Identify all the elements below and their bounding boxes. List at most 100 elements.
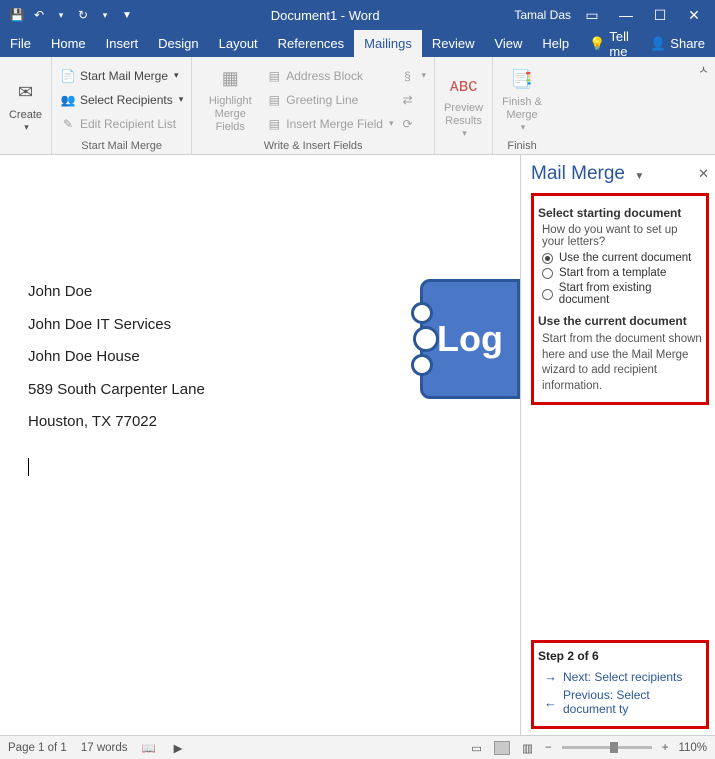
radio-icon [542, 268, 553, 279]
share-button[interactable]: 👤Share [640, 30, 715, 57]
spell-check-icon[interactable]: 📖 [142, 740, 157, 755]
tab-help[interactable]: Help [532, 30, 579, 57]
mail-merge-task-pane: Mail Merge ▼ ✕ Select starting document … [520, 155, 715, 735]
group-write-insert: ▦ Highlight Merge Fields ▤Address Block … [192, 57, 435, 154]
workspace: John Doe John Doe IT Services John Doe H… [0, 155, 715, 735]
group-label: Finish [501, 140, 543, 152]
titlebar-right: Tamal Das ▭ — ☐ ✕ [514, 7, 715, 24]
greeting-line-button[interactable]: ▤Greeting Line [266, 90, 393, 110]
section-question: How do you want to set up your letters? [538, 224, 702, 248]
option-template[interactable]: Start from a template [538, 267, 702, 279]
menu-bar: File Home Insert Design Layout Reference… [0, 30, 715, 57]
radio-icon [542, 253, 553, 264]
rules-icon: § [399, 68, 415, 84]
collapse-ribbon-icon[interactable]: ㅅ [698, 61, 709, 78]
qat-more-icon[interactable]: ▼ [118, 6, 136, 24]
radio-icon [542, 289, 553, 300]
read-mode-icon[interactable]: ▭ [469, 740, 484, 755]
edit-recipient-list-button[interactable]: ✎Edit Recipient List [60, 114, 183, 134]
group-label: Start Mail Merge [60, 140, 183, 152]
next-step-link[interactable]: →Next: Select recipients [538, 669, 702, 684]
caret-down-icon[interactable]: ▾ [52, 6, 70, 24]
print-layout-icon[interactable] [494, 741, 510, 755]
undo-icon[interactable]: ↶ [30, 6, 48, 24]
greeting-icon: ▤ [266, 92, 282, 108]
step-label: Step 2 of 6 [538, 649, 702, 663]
edit-icon: ✎ [60, 116, 76, 132]
option-current-document[interactable]: Use the current document [538, 252, 702, 264]
minimize-icon[interactable]: — [613, 7, 639, 23]
tell-me[interactable]: 💡Tell me [579, 30, 640, 57]
match-fields-button[interactable]: ⇄ [399, 90, 426, 110]
tab-review[interactable]: Review [422, 30, 485, 57]
task-pane-title: Mail Merge [531, 163, 625, 184]
tab-mailings[interactable]: Mailings [354, 30, 422, 57]
rules-button[interactable]: §▾ [399, 66, 426, 86]
create-button[interactable]: ✉ Create ▾ [8, 61, 43, 150]
tab-layout[interactable]: Layout [209, 30, 268, 57]
section-heading: Select starting document [538, 206, 702, 220]
address-icon: ▤ [266, 68, 282, 84]
status-bar: Page 1 of 1 17 words 📖 ▶ ▭ ▥ − + 110% [0, 735, 715, 759]
ribbon-display-icon[interactable]: ▭ [579, 7, 605, 24]
section-heading: Use the current document [538, 314, 702, 328]
insert-merge-field-button[interactable]: ▤Insert Merge Field▾ [266, 114, 393, 134]
update-icon: ⟳ [399, 116, 415, 132]
web-layout-icon[interactable]: ▥ [520, 740, 535, 755]
text-cursor [28, 458, 29, 476]
logo-placeholder: Log [420, 279, 520, 399]
caret-down-icon[interactable]: ▾ [96, 6, 114, 24]
finish-merge-button[interactable]: 📑 Finish & Merge ▾ [501, 61, 543, 138]
field-icon: ▤ [266, 116, 282, 132]
update-labels-button[interactable]: ⟳ [399, 114, 426, 134]
previous-step-link[interactable]: ←Previous: Select document ty [538, 688, 702, 716]
zoom-in-button[interactable]: + [662, 742, 669, 754]
macro-record-icon[interactable]: ▶ [171, 740, 186, 755]
zoom-slider[interactable] [562, 746, 652, 749]
tab-home[interactable]: Home [41, 30, 96, 57]
close-pane-icon[interactable]: ✕ [698, 166, 709, 182]
select-recipients-button[interactable]: 👥Select Recipients▾ [60, 90, 183, 110]
starting-document-section: Select starting document How do you want… [531, 193, 709, 405]
envelope-icon: ✉ [12, 79, 40, 107]
tab-references[interactable]: References [268, 30, 354, 57]
arrow-right-icon: → [544, 669, 557, 684]
highlight-merge-fields-button[interactable]: ▦ Highlight Merge Fields [200, 61, 260, 138]
quick-access-toolbar: 💾 ↶ ▾ ↻ ▾ ▼ [0, 6, 136, 24]
section-description: Start from the document shown here and u… [538, 332, 702, 394]
document-area[interactable]: John Doe John Doe IT Services John Doe H… [0, 155, 520, 735]
tab-design[interactable]: Design [148, 30, 208, 57]
bulb-icon: 💡 [589, 36, 605, 52]
ribbon: ✉ Create ▾ 📄Start Mail Merge▾ 👥Select Re… [0, 57, 715, 155]
group-finish: 📑 Finish & Merge ▾ Finish [493, 57, 551, 154]
tab-insert[interactable]: Insert [96, 30, 149, 57]
page-indicator[interactable]: Page 1 of 1 [8, 742, 67, 754]
share-icon: 👤 [650, 36, 666, 52]
maximize-icon[interactable]: ☐ [647, 7, 673, 24]
zoom-level[interactable]: 110% [678, 742, 707, 754]
title-bar: 💾 ↶ ▾ ↻ ▾ ▼ Document1 - Word Tamal Das ▭… [0, 0, 715, 30]
username-label: Tamal Das [514, 8, 571, 22]
people-icon: 👥 [60, 92, 76, 108]
match-icon: ⇄ [399, 92, 415, 108]
doc-line[interactable]: Houston, TX 77022 [28, 411, 520, 434]
close-icon[interactable]: ✕ [681, 7, 707, 24]
document-icon: 📄 [60, 68, 76, 84]
redo-icon[interactable]: ↻ [74, 6, 92, 24]
group-start-mail-merge: 📄Start Mail Merge▾ 👥Select Recipients▾ ✎… [52, 57, 192, 154]
preview-results-button[interactable]: ᴀʙᴄ Preview Results ▾ [443, 61, 484, 150]
tab-file[interactable]: File [0, 30, 41, 57]
address-block-button[interactable]: ▤Address Block [266, 66, 393, 86]
preview-icon: ᴀʙᴄ [450, 72, 478, 100]
save-icon[interactable]: 💾 [8, 6, 26, 24]
chevron-down-icon[interactable]: ▼ [634, 171, 644, 182]
finish-icon: 📑 [508, 66, 536, 94]
tab-view[interactable]: View [484, 30, 532, 57]
option-existing-document[interactable]: Start from existing document [538, 282, 702, 306]
zoom-out-button[interactable]: − [545, 742, 552, 754]
document-title: Document1 - Word [136, 8, 514, 23]
word-count[interactable]: 17 words [81, 742, 128, 754]
start-mail-merge-button[interactable]: 📄Start Mail Merge▾ [60, 66, 183, 86]
group-create: ✉ Create ▾ [0, 57, 52, 154]
wizard-step-nav: Step 2 of 6 →Next: Select recipients ←Pr… [531, 640, 709, 729]
